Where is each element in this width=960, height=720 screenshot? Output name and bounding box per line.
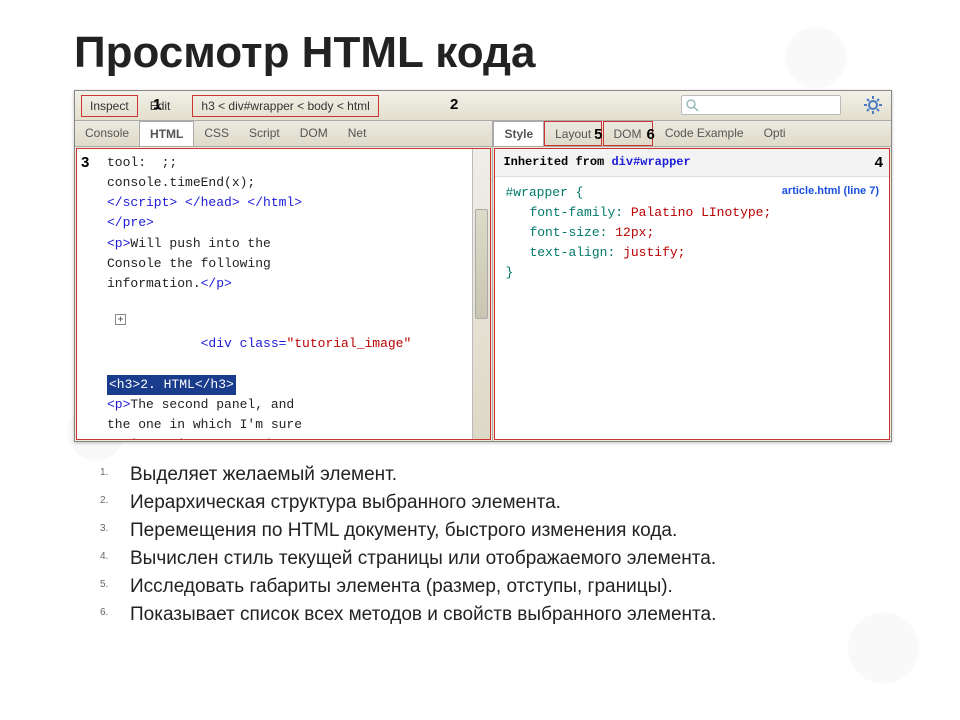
list-item: 2. Иерархическая структура выбранного эле… [100, 492, 890, 514]
annotation-6: 6 [647, 126, 655, 146]
css-close: } [505, 265, 513, 280]
list-number: 5. [100, 579, 108, 590]
inspect-button[interactable]: Inspect [81, 95, 138, 117]
code-line: > </head> </html> [169, 195, 302, 210]
list-item: 1. Выделяет желаемый элемент. [100, 464, 890, 486]
code-line: you're going to spend a [107, 437, 286, 440]
right-pane: Style Layout 5 DOM 6 Code Example Opti I… [492, 121, 891, 441]
style-content[interactable]: Inherited from div#wrapper 4 article.htm… [494, 148, 890, 440]
tab-dom[interactable]: DOM [290, 121, 338, 146]
list-text: Исследовать габариты элемента (размер, о… [130, 576, 673, 597]
list-text: Вычислен стиль текущей страницы или отоб… [130, 548, 716, 569]
css-prop: text-align: [529, 245, 615, 260]
scrollbar[interactable] [472, 149, 490, 439]
css-val: 12px; [607, 225, 654, 240]
list-text: Показывает список всех методов и свойств… [130, 604, 716, 625]
list-number: 3. [100, 523, 108, 534]
selected-element[interactable]: <h3>2. HTML</h3> [107, 375, 236, 395]
list-item: 3. Перемещения по HTML документу, быстрог… [100, 520, 890, 542]
css-val: justify; [615, 245, 685, 260]
expand-toggle[interactable]: + [115, 314, 126, 325]
code-line: </pre> [107, 215, 154, 230]
code-line: <p> [107, 397, 130, 412]
list-text: Иерархическая структура выбранного элеме… [130, 492, 561, 513]
html-tree-content[interactable]: 3 tool: ;; console.timeEnd(x); </script>… [76, 148, 491, 440]
code-line: The second panel, and [130, 397, 294, 412]
css-selector: #wrapper { [505, 185, 583, 200]
tab-console[interactable]: Console [75, 121, 139, 146]
annotation-1: 1 [153, 96, 161, 113]
right-tabs: Style Layout 5 DOM 6 Code Example Opti [493, 121, 891, 147]
list-item: 6. Показывает список всех методов и свойс… [100, 604, 890, 626]
list-text: Перемещения по HTML документу, быстрого … [130, 520, 677, 541]
code-line: tool: ;; [107, 155, 177, 170]
code-line: <div [201, 336, 240, 351]
list-number: 4. [100, 551, 108, 562]
code-line: </p> [201, 276, 232, 291]
tab-options[interactable]: Opti [754, 121, 788, 146]
code-line: <p> [107, 236, 130, 251]
annotation-5: 5 [594, 126, 602, 146]
tab-code-example[interactable]: Code Example [655, 121, 754, 146]
devtools-toolbar: Inspect 1 Edit h3 < div#wrapper < body <… [75, 91, 891, 121]
tab-style[interactable]: Style [493, 121, 544, 146]
list-number: 6. [100, 607, 108, 618]
annotation-3: 3 [81, 151, 89, 174]
tab-css[interactable]: CSS [194, 121, 239, 146]
css-rule: article.html (line 7) #wrapper { font-fa… [495, 177, 889, 290]
annotation-2: 2 [450, 96, 458, 113]
list-item: 5. Исследовать габариты элемента (размер,… [100, 576, 890, 598]
search-input[interactable] [681, 95, 841, 115]
inherited-link[interactable]: div#wrapper [611, 155, 690, 169]
list-item: 4. Вычислен стиль текущей страницы или от… [100, 548, 890, 570]
tab-html[interactable]: HTML [139, 121, 194, 146]
slide-title: Просмотр HTML кода [0, 0, 960, 90]
list-text: Выделяет желаемый элемент. [130, 464, 397, 485]
code-line: the one in which I'm sure [107, 417, 302, 432]
css-prop: font-size: [529, 225, 607, 240]
annotation-list: 1. Выделяет желаемый элемент. 2. Иерархиче… [100, 464, 890, 626]
inherited-from: Inherited from div#wrapper 4 [495, 149, 889, 177]
list-number: 1. [100, 467, 108, 478]
code-line: Console the following [107, 256, 271, 271]
rule-source[interactable]: article.html (line 7) [782, 183, 879, 200]
code-line: console.timeEnd(x); [107, 175, 255, 190]
scrollbar-thumb[interactable] [475, 209, 488, 319]
code-line: "tutorial_image" [286, 336, 411, 351]
css-val: Palatino LInotype; [623, 205, 771, 220]
tab-script[interactable]: Script [239, 121, 290, 146]
devtools-panel: Inspect 1 Edit h3 < div#wrapper < body <… [74, 90, 892, 442]
code-line: information. [107, 276, 201, 291]
gear-icon[interactable] [863, 95, 883, 119]
code-line: </script [107, 195, 169, 210]
code-line: Will push into the [130, 236, 270, 251]
css-prop: font-family: [529, 205, 623, 220]
code-line: class= [240, 336, 287, 351]
tab-dom-right[interactable]: DOM [603, 121, 653, 146]
tab-net[interactable]: Net [338, 121, 377, 146]
left-tabs: Console HTML CSS Script DOM Net [75, 121, 492, 147]
list-number: 2. [100, 495, 108, 506]
breadcrumb[interactable]: h3 < div#wrapper < body < html [192, 95, 378, 117]
search-icon [685, 98, 699, 112]
left-pane: Console HTML CSS Script DOM Net 3 tool: … [75, 121, 492, 441]
annotation-4: 4 [875, 151, 883, 174]
inherited-label: Inherited from [503, 155, 611, 169]
